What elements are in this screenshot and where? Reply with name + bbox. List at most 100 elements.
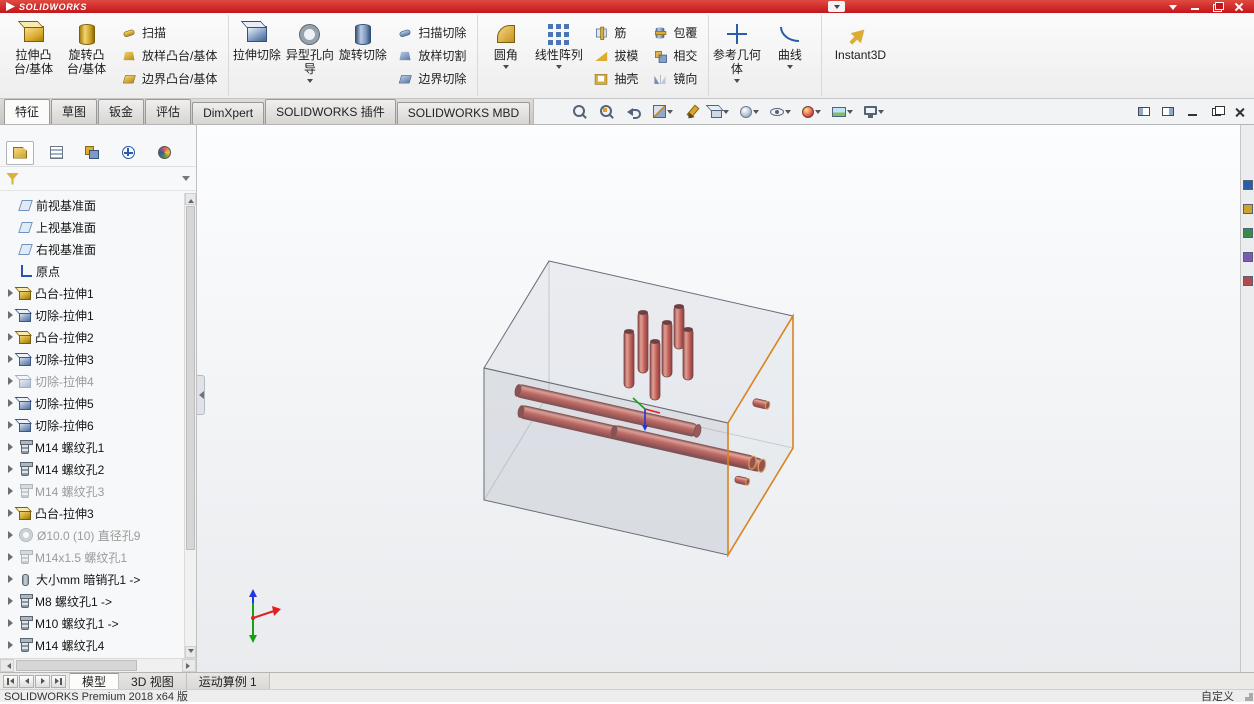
- appearances-icon[interactable]: [1242, 276, 1253, 286]
- expand-arrow-icon[interactable]: [5, 222, 15, 232]
- study-tab[interactable]: 运动算例 1: [186, 673, 270, 689]
- tree-item[interactable]: 前视基准面: [2, 194, 196, 216]
- curves-button[interactable]: 曲线: [763, 15, 816, 96]
- tree-item[interactable]: M14x1.5 螺纹孔1: [2, 546, 196, 568]
- shell-button[interactable]: 抽壳: [586, 68, 644, 90]
- command-tab[interactable]: DimXpert: [192, 102, 265, 124]
- extruded-cut-button[interactable]: 拉伸切除: [230, 15, 283, 96]
- filter-caret-icon[interactable]: [182, 176, 190, 185]
- expand-arrow-icon[interactable]: [5, 200, 15, 210]
- command-tab[interactable]: 草图: [51, 99, 98, 124]
- edit-appearance-icon[interactable]: [800, 104, 823, 120]
- doc-minimize-button[interactable]: [1183, 104, 1201, 120]
- expand-arrow-icon[interactable]: [5, 398, 15, 408]
- quick-access-caret[interactable]: [828, 1, 845, 12]
- resources-icon[interactable]: [1242, 180, 1253, 190]
- revolve-boss-button[interactable]: 旋转凸台/基体: [60, 15, 113, 96]
- tree-item[interactable]: 凸台-拉伸3: [2, 502, 196, 524]
- wrap-button[interactable]: 包覆: [645, 22, 703, 44]
- expand-arrow-icon[interactable]: [5, 376, 15, 386]
- lofted-cut-button[interactable]: 放样切割: [390, 45, 472, 67]
- scroll-last-icon[interactable]: [51, 674, 66, 688]
- expand-arrow-icon[interactable]: [5, 596, 15, 606]
- boundary-cut-button[interactable]: 边界切除: [390, 68, 472, 90]
- revolved-cut-button[interactable]: 旋转切除: [336, 15, 389, 96]
- tree-item[interactable]: 凸台-拉伸2: [2, 326, 196, 348]
- design-library-icon[interactable]: [1242, 204, 1253, 214]
- doc-close-button[interactable]: [1231, 104, 1249, 120]
- filter-icon[interactable]: [6, 172, 19, 185]
- command-tab[interactable]: SOLIDWORKS MBD: [396, 102, 531, 124]
- tree-item[interactable]: 切除-拉伸5: [2, 392, 196, 414]
- model-canvas[interactable]: [197, 125, 1240, 672]
- command-tab[interactable]: SOLIDWORKS 插件: [265, 99, 396, 124]
- tree-item[interactable]: 切除-拉伸3: [2, 348, 196, 370]
- expand-arrow-icon[interactable]: [5, 530, 15, 540]
- property-manager-icon[interactable]: [42, 141, 70, 165]
- command-tab[interactable]: 特征: [4, 99, 51, 124]
- apply-scene-icon[interactable]: [830, 105, 855, 119]
- scroll-down-icon[interactable]: [185, 646, 196, 658]
- expand-arrow-icon[interactable]: [5, 420, 15, 430]
- file-explorer-icon[interactable]: [1242, 228, 1253, 238]
- linear-pattern-button[interactable]: 线性阵列: [532, 15, 585, 96]
- hide-show-items-icon[interactable]: [768, 105, 793, 119]
- tree-horizontal-scrollbar[interactable]: [0, 658, 196, 672]
- graphics-viewport[interactable]: [197, 125, 1240, 672]
- window-restore-icon[interactable]: [1212, 2, 1224, 12]
- dimxpert-manager-icon[interactable]: [114, 141, 142, 165]
- mirror-button[interactable]: 镜向: [645, 68, 703, 90]
- expand-arrow-icon[interactable]: [5, 574, 15, 584]
- expand-arrow-icon[interactable]: [5, 288, 15, 298]
- section-view-icon[interactable]: [651, 103, 675, 120]
- previous-pane-button[interactable]: [1135, 104, 1153, 120]
- panel-splitter[interactable]: [197, 375, 205, 415]
- boundary-boss-button[interactable]: 边界凸台/基体: [114, 68, 223, 90]
- hole-wizard-button[interactable]: 异型孔向导: [283, 15, 336, 96]
- tree-item[interactable]: M8 螺纹孔1 ->: [2, 590, 196, 612]
- lofted-boss-button[interactable]: 放样凸台/基体: [114, 45, 223, 67]
- scroll-thumb[interactable]: [186, 206, 195, 551]
- draft-button[interactable]: 拔模: [586, 45, 644, 67]
- tree-vertical-scrollbar[interactable]: [184, 193, 196, 658]
- swept-cut-button[interactable]: 扫描切除: [390, 22, 472, 44]
- intersect-button[interactable]: 相交: [645, 45, 703, 67]
- zoom-area-icon[interactable]: [597, 102, 617, 122]
- previous-view-icon[interactable]: [624, 102, 644, 122]
- view-orientation-icon[interactable]: [709, 103, 731, 120]
- scroll-prev-icon[interactable]: [19, 674, 34, 688]
- expand-arrow-icon[interactable]: [5, 244, 15, 254]
- expand-arrow-icon[interactable]: [5, 442, 15, 452]
- study-tab[interactable]: 3D 视图: [119, 673, 187, 689]
- annotation-view-icon[interactable]: [682, 102, 702, 122]
- scroll-next-icon[interactable]: [35, 674, 50, 688]
- tree-item[interactable]: M14 螺纹孔3: [2, 480, 196, 502]
- expand-arrow-icon[interactable]: [5, 332, 15, 342]
- display-manager-icon[interactable]: [150, 141, 178, 165]
- tree-item[interactable]: 上视基准面: [2, 216, 196, 238]
- display-style-icon[interactable]: [738, 104, 761, 120]
- command-tab[interactable]: 钣金: [98, 99, 145, 124]
- view-settings-icon[interactable]: [862, 105, 886, 119]
- configuration-manager-icon[interactable]: [78, 141, 106, 165]
- rib-button[interactable]: 筋: [586, 22, 644, 44]
- expand-arrow-icon[interactable]: [5, 266, 15, 276]
- scroll-left-icon[interactable]: [0, 659, 14, 672]
- expand-arrow-icon[interactable]: [5, 464, 15, 474]
- expand-arrow-icon[interactable]: [5, 640, 15, 650]
- scroll-up-icon[interactable]: [185, 193, 196, 205]
- extrude-boss-button[interactable]: 拉伸凸台/基体: [7, 15, 60, 96]
- options-caret-icon[interactable]: [1168, 2, 1178, 11]
- tree-item[interactable]: 原点: [2, 260, 196, 282]
- scroll-right-icon[interactable]: [182, 659, 196, 672]
- instant3d-button[interactable]: Instant3D: [823, 15, 897, 96]
- swept-boss-button[interactable]: 扫描: [114, 22, 223, 44]
- window-minimize-icon[interactable]: [1190, 2, 1200, 11]
- scroll-first-icon[interactable]: [3, 674, 18, 688]
- tree-item[interactable]: M14 螺纹孔1: [2, 436, 196, 458]
- expand-arrow-icon[interactable]: [5, 552, 15, 562]
- zoom-fit-icon[interactable]: [570, 102, 590, 122]
- tree-item[interactable]: 大小mm 暗销孔1 ->: [2, 568, 196, 590]
- feature-manager-icon[interactable]: [6, 140, 34, 165]
- expand-arrow-icon[interactable]: [5, 354, 15, 364]
